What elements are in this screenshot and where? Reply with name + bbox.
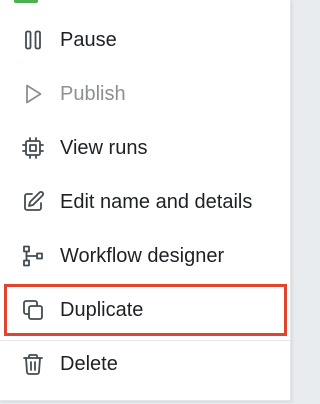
trash-icon [20, 351, 46, 377]
menu-item-workflow-designer[interactable]: Workflow designer [0, 229, 290, 283]
menu-item-label: View runs [60, 137, 148, 159]
pencil-edit-icon [20, 189, 46, 215]
menu-item-publish[interactable]: Publish [0, 67, 290, 121]
menu-item-edit-name-and-details[interactable]: Edit name and details [0, 175, 290, 229]
pause-icon [20, 27, 46, 53]
top-accent-bar [14, 0, 38, 3]
menu-item-label: Publish [60, 83, 126, 105]
context-menu: Pause Publish View runs Edit name and de… [0, 0, 291, 401]
menu-item-label: Edit name and details [60, 191, 253, 213]
workflow-tree-icon [20, 243, 46, 269]
menu-item-label: Delete [60, 353, 118, 375]
menu-item-view-runs[interactable]: View runs [0, 121, 290, 175]
play-icon [20, 81, 46, 107]
menu-item-label: Duplicate [60, 299, 144, 321]
menu-item-duplicate[interactable]: Duplicate [0, 283, 290, 337]
menu-item-delete[interactable]: Delete [0, 337, 290, 391]
chip-icon [20, 135, 46, 161]
menu-item-label: Pause [60, 29, 117, 51]
menu-item-label: Workflow designer [60, 245, 225, 267]
copy-icon [20, 297, 46, 323]
menu-item-pause[interactable]: Pause [0, 13, 290, 67]
